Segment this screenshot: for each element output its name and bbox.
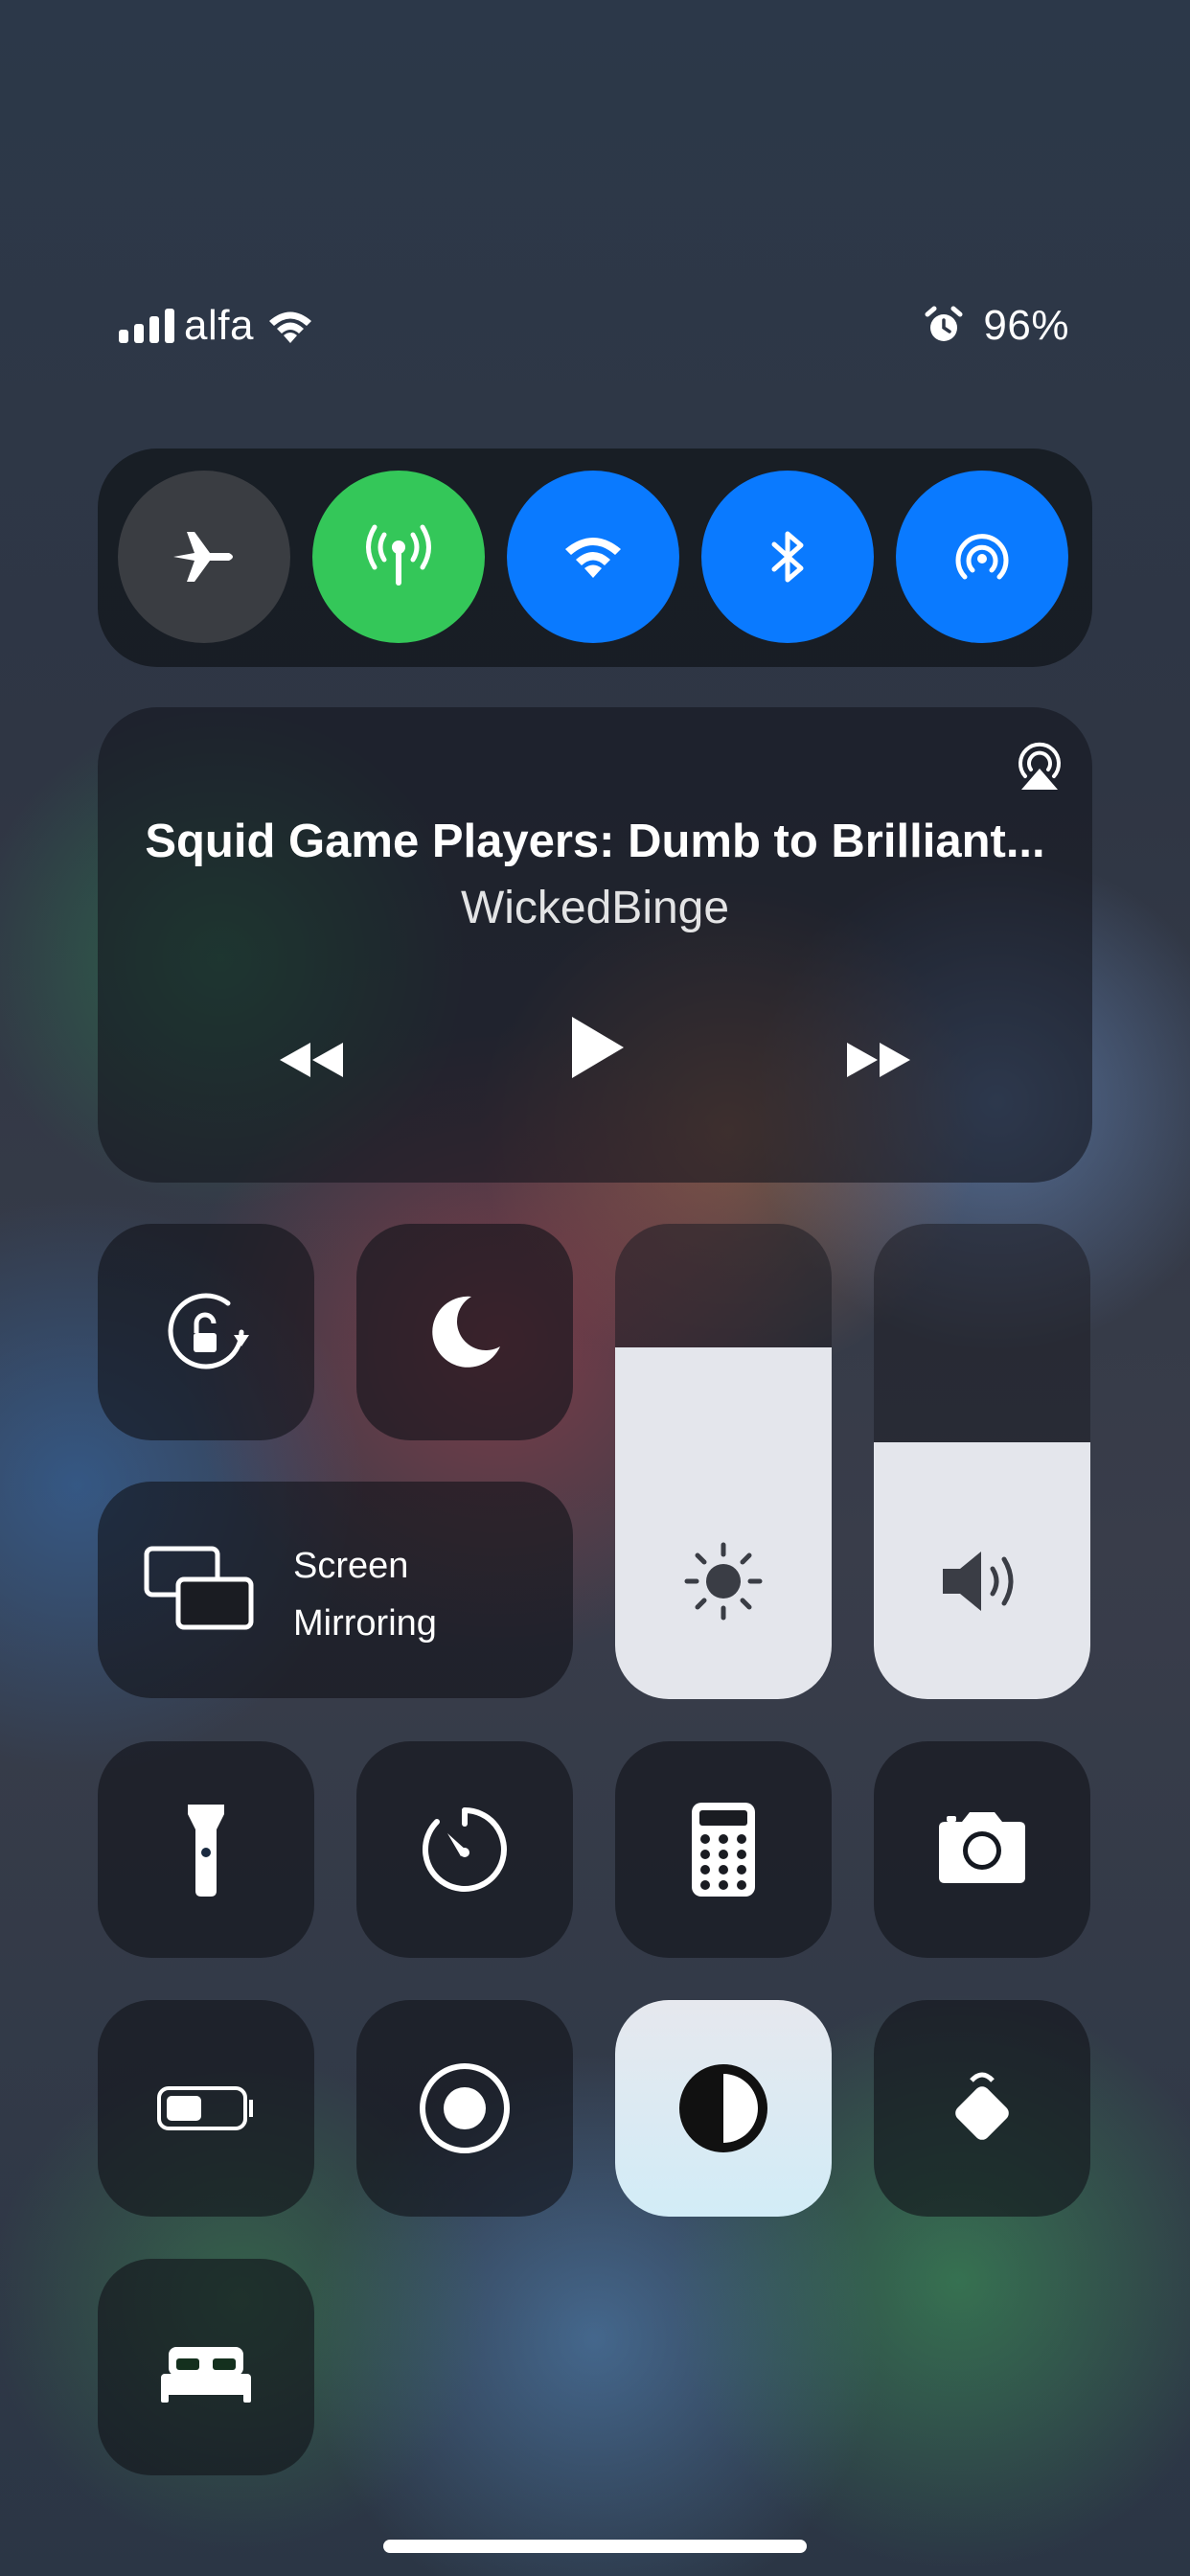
cellular-signal-icon bbox=[119, 309, 174, 343]
track-title: Squid Game Players: Dumb to Brilliant... bbox=[145, 816, 1045, 867]
fast-forward-button[interactable] bbox=[841, 1022, 918, 1098]
play-button[interactable] bbox=[554, 1004, 640, 1091]
airplane-mode-button[interactable] bbox=[118, 471, 290, 643]
camera-button[interactable] bbox=[874, 1741, 1090, 1958]
status-bar-left: alfa bbox=[119, 297, 317, 355]
rewind-button[interactable] bbox=[272, 1022, 349, 1098]
airdrop-button[interactable] bbox=[896, 471, 1068, 643]
sun-icon bbox=[684, 1542, 763, 1621]
screen-mirroring-label-line: Screen bbox=[293, 1546, 409, 1586]
tag-icon bbox=[955, 2072, 1009, 2140]
flashlight-icon bbox=[188, 1805, 224, 1897]
volume-slider[interactable] bbox=[874, 1224, 1090, 1699]
rotation-lock-button[interactable] bbox=[98, 1224, 314, 1440]
track-artist: WickedBinge bbox=[460, 883, 730, 933]
brightness-level bbox=[615, 1346, 832, 1699]
wifi-button[interactable] bbox=[507, 471, 679, 643]
now-playing-panel: Squid Game Players: Dumb to Brilliant...… bbox=[98, 707, 1092, 1183]
wifi-status-icon bbox=[268, 311, 311, 343]
find-my-tag-button[interactable] bbox=[874, 2000, 1090, 2217]
rotation-lock-icon bbox=[168, 1293, 249, 1369]
dark-mode-icon bbox=[679, 2064, 767, 2152]
alarm-icon bbox=[925, 306, 963, 341]
calculator-button[interactable] bbox=[615, 1741, 832, 1958]
antenna-icon bbox=[366, 524, 431, 586]
calculator-icon bbox=[692, 1803, 755, 1897]
timer-button[interactable] bbox=[356, 1741, 573, 1958]
home-indicator[interactable] bbox=[383, 2540, 807, 2553]
bluetooth-button[interactable] bbox=[701, 471, 874, 643]
speaker-icon bbox=[943, 1552, 1014, 1611]
airplay-icon[interactable] bbox=[1008, 730, 1071, 794]
battery-icon bbox=[157, 2086, 253, 2130]
dark-mode-button[interactable] bbox=[615, 2000, 832, 2217]
camera-icon bbox=[939, 1812, 1025, 1883]
rewind-icon bbox=[280, 1043, 343, 1077]
screen-mirroring-icon bbox=[144, 1546, 254, 1630]
cellular-data-button[interactable] bbox=[312, 471, 485, 643]
status-bar-right: 96% bbox=[924, 297, 1069, 355]
airplane-icon bbox=[173, 532, 233, 582]
sleep-mode-button[interactable] bbox=[98, 2259, 314, 2475]
airdrop-icon bbox=[955, 534, 1009, 580]
battery-percentage: 96% bbox=[983, 302, 1069, 349]
screen-recording-button[interactable] bbox=[356, 2000, 573, 2217]
screen-mirroring-label-line: Mirroring bbox=[293, 1603, 437, 1644]
connectivity-panel bbox=[98, 448, 1092, 667]
timer-icon bbox=[422, 1807, 507, 1892]
brightness-slider[interactable] bbox=[615, 1224, 832, 1699]
screen-mirroring-button[interactable]: Screen Mirroring bbox=[98, 1482, 573, 1698]
bluetooth-icon bbox=[771, 531, 804, 583]
play-icon bbox=[572, 1017, 624, 1078]
carrier-name: alfa bbox=[184, 302, 254, 349]
do-not-disturb-button[interactable] bbox=[356, 1224, 573, 1440]
screen-mirroring-label: Screen Mirroring bbox=[293, 1537, 523, 1652]
fast-forward-icon bbox=[847, 1043, 910, 1077]
low-power-mode-button[interactable] bbox=[98, 2000, 314, 2217]
sleep-icon bbox=[161, 2347, 251, 2403]
wifi-icon bbox=[565, 538, 621, 578]
moon-icon bbox=[432, 1296, 500, 1368]
flashlight-button[interactable] bbox=[98, 1741, 314, 1958]
screen-record-icon bbox=[420, 2063, 510, 2153]
